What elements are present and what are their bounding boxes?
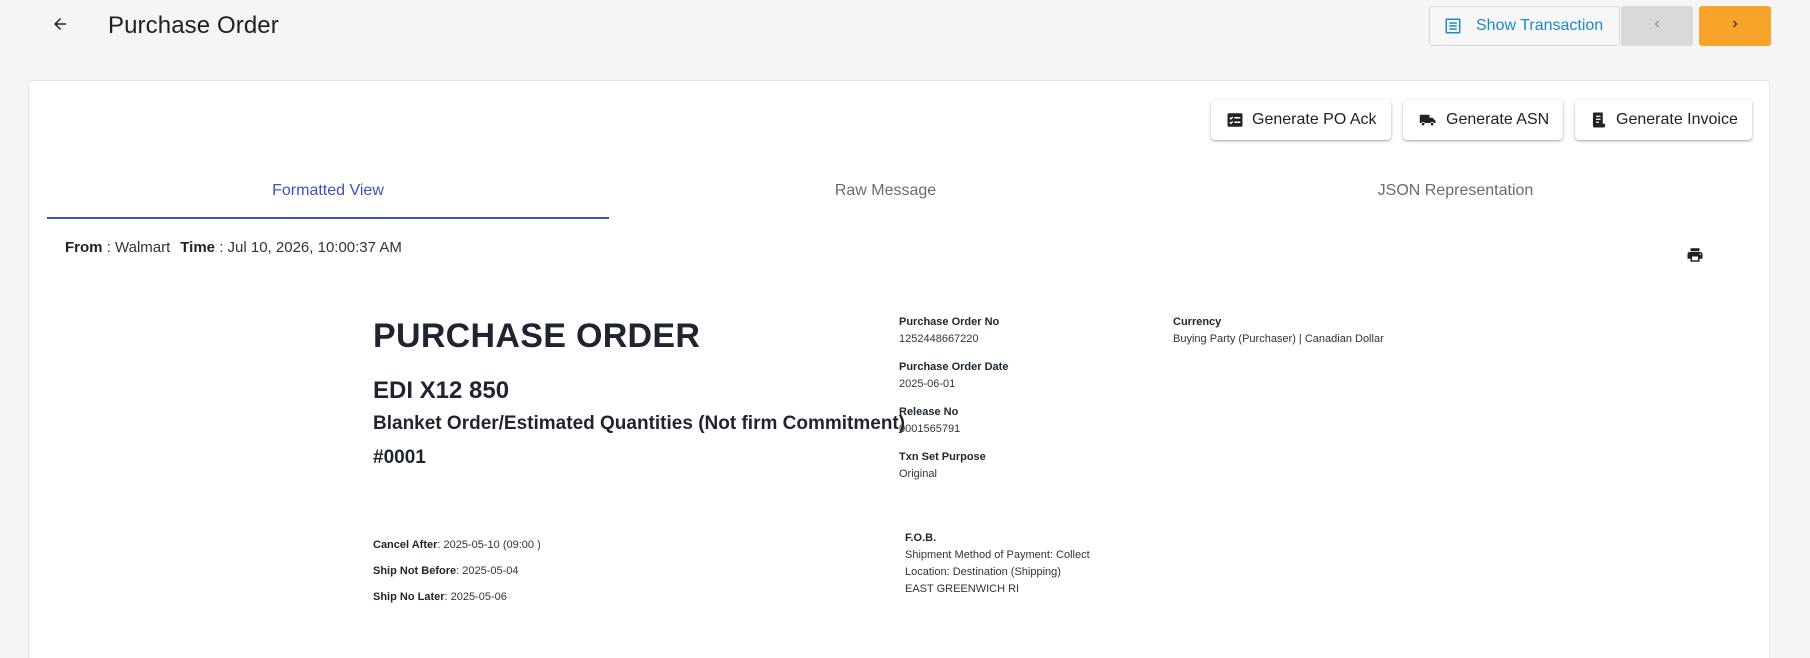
chevron-right-icon — [1728, 17, 1742, 36]
generate-po-ack-button[interactable]: Generate PO Ack — [1211, 100, 1391, 140]
generate-invoice-button[interactable]: Generate Invoice — [1575, 100, 1752, 140]
checklist-icon — [1226, 111, 1244, 129]
cancel-after-line: Cancel After: 2025-05-10 (09:00 ) — [373, 539, 541, 551]
po-number-label: Purchase Order No — [899, 316, 1000, 328]
document-order-type: Blanket Order/Estimated Quantities (Not … — [373, 413, 906, 434]
currency-value: Buying Party (Purchaser) | Canadian Doll… — [1173, 333, 1384, 345]
ship-not-before-label: Ship Not Before — [373, 565, 457, 577]
cancel-after-value: : 2025-05-10 (09:00 ) — [437, 539, 541, 551]
from-value: : Walmart — [102, 239, 171, 256]
txn-purpose-label: Txn Set Purpose — [899, 451, 986, 463]
tab-raw-message[interactable]: Raw Message — [609, 171, 1162, 211]
time-label: Time — [180, 239, 216, 256]
generate-invoice-label: Generate Invoice — [1616, 111, 1738, 128]
printer-icon — [1686, 246, 1704, 269]
po-number-field: Purchase Order No 1252448667220 — [899, 314, 999, 348]
po-date-value: 2025-06-01 — [899, 378, 956, 390]
page-title: Purchase Order — [108, 12, 279, 39]
fob-location: Location: Destination (Shipping) — [905, 566, 1061, 578]
ship-no-later-line: Ship No Later: 2025-05-06 — [373, 591, 507, 603]
document-number: #0001 — [373, 447, 426, 468]
chevron-left-icon — [1650, 17, 1664, 36]
previous-button[interactable] — [1621, 6, 1693, 46]
po-date-label: Purchase Order Date — [899, 361, 1009, 373]
ship-not-before-value: : 2025-05-04 — [456, 565, 519, 577]
txn-purpose-value: Original — [899, 468, 937, 480]
message-meta: From : Walmart Time : Jul 10, 2026, 10:00… — [65, 239, 402, 256]
txn-purpose-field: Txn Set Purpose Original — [899, 449, 986, 483]
fob-block: F.O.B. Shipment Method of Payment: Colle… — [905, 530, 1090, 598]
truck-icon — [1418, 111, 1438, 129]
generate-asn-button[interactable]: Generate ASN — [1403, 100, 1563, 140]
fob-place: EAST GREENWICH RI — [905, 583, 1020, 595]
generate-po-ack-label: Generate PO Ack — [1252, 111, 1377, 128]
ship-not-before-line: Ship Not Before: 2025-05-04 — [373, 565, 519, 577]
po-number-value: 1252448667220 — [899, 333, 979, 345]
tab-json-representation[interactable]: JSON Representation — [1162, 171, 1749, 211]
table-list-icon — [1444, 17, 1462, 35]
show-transaction-button[interactable]: Show Transaction — [1429, 6, 1620, 46]
document-standard: EDI X12 850 — [373, 377, 510, 404]
from-label: From — [65, 239, 103, 256]
print-button[interactable] — [1684, 246, 1706, 268]
po-date-field: Purchase Order Date 2025-06-01 — [899, 359, 1008, 393]
document-title: PURCHASE ORDER — [373, 317, 701, 355]
fob-payment: Shipment Method of Payment: Collect — [905, 549, 1090, 561]
release-number-field: Release No 0001565791 — [899, 404, 960, 438]
time-value: : Jul 10, 2026, 10:00:37 AM — [215, 239, 402, 256]
cancel-after-label: Cancel After — [373, 539, 438, 551]
tab-formatted-view[interactable]: Formatted View — [47, 171, 609, 219]
show-transaction-label: Show Transaction — [1476, 17, 1604, 34]
generate-asn-label: Generate ASN — [1446, 111, 1550, 128]
release-number-value: 0001565791 — [899, 423, 961, 435]
receipt-icon — [1590, 111, 1608, 129]
currency-field: Currency Buying Party (Purchaser) | Cana… — [1173, 314, 1384, 348]
currency-label: Currency — [1173, 316, 1222, 328]
fob-label: F.O.B. — [905, 532, 937, 544]
ship-no-later-label: Ship No Later — [373, 591, 445, 603]
ship-no-later-value: : 2025-05-06 — [444, 591, 507, 603]
purchase-order-card: Generate PO Ack Generate ASN Generate In… — [28, 80, 1770, 658]
release-number-label: Release No — [899, 406, 959, 418]
next-button[interactable] — [1699, 6, 1771, 46]
arrow-left-icon — [51, 15, 69, 38]
back-button[interactable] — [44, 10, 76, 42]
